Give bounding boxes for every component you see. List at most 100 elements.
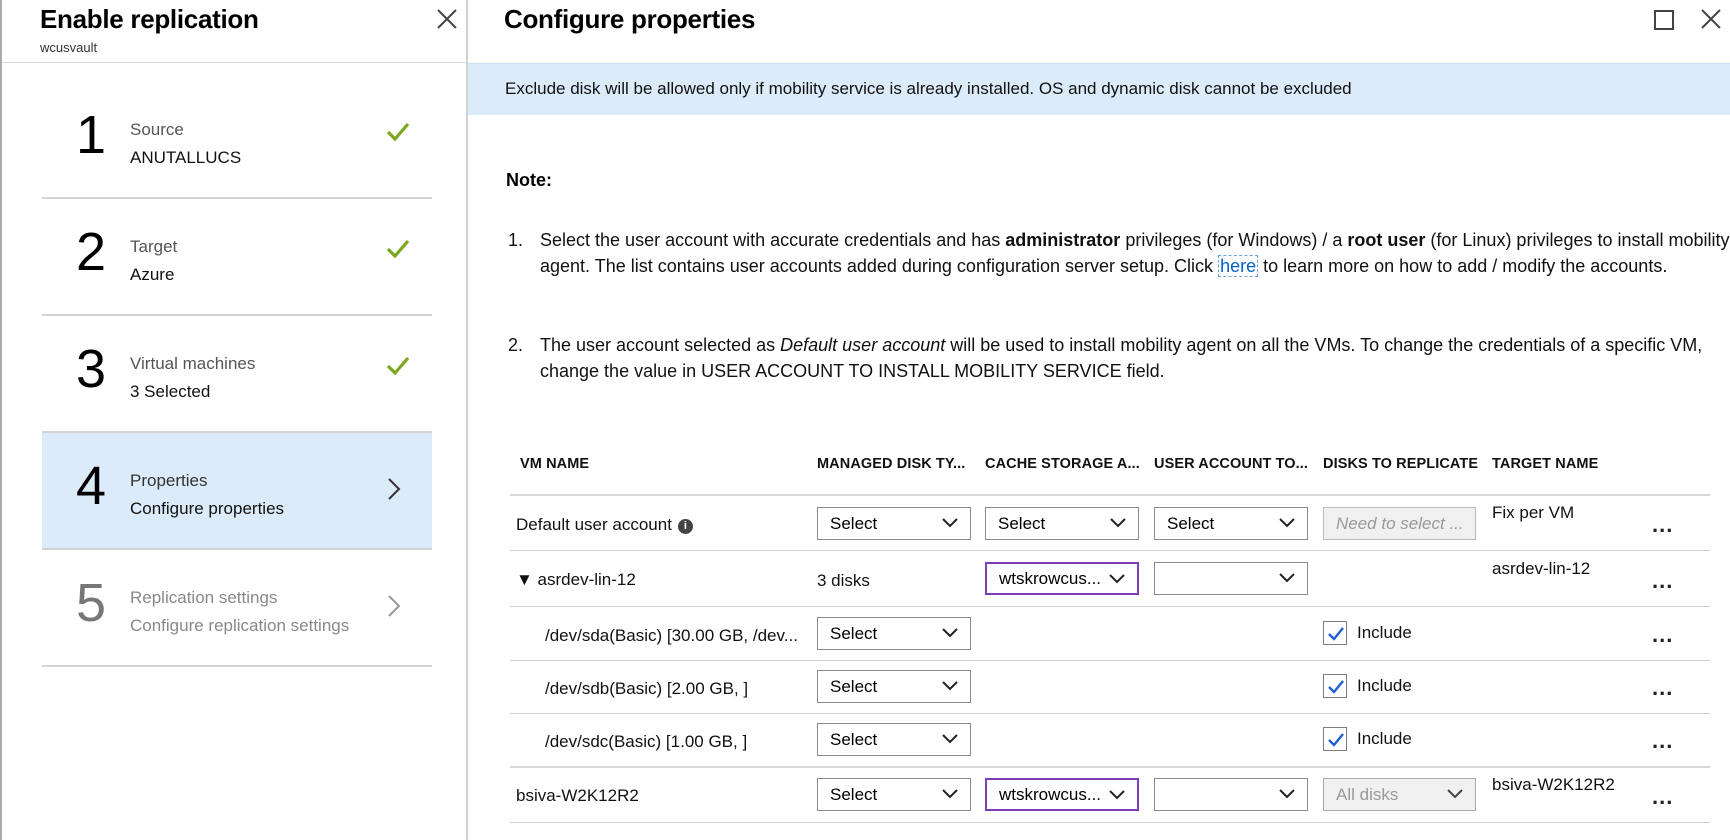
close-icon[interactable]	[430, 2, 464, 36]
target-name: Fix per VM	[1492, 503, 1575, 522]
step-value: Azure	[130, 265, 175, 284]
header-divider	[510, 494, 1710, 496]
include-checkbox[interactable]	[1323, 674, 1347, 698]
managed-disk-select[interactable]: Select	[817, 778, 971, 811]
column-header-user-account[interactable]: USER ACCOUNT TO...	[1154, 456, 1308, 472]
more-options-button[interactable]: ...	[1652, 568, 1673, 594]
managed-disk-select[interactable]: Select	[817, 670, 971, 703]
divider	[2, 62, 468, 63]
include-label: Include	[1357, 729, 1412, 748]
select-value: Need to select ...	[1336, 514, 1464, 533]
include-label: Include	[1357, 623, 1412, 642]
column-header-disks-to-replicate[interactable]: DISKS TO REPLICATE	[1323, 456, 1478, 472]
note-item-1: 1. Select the user account with accurate…	[508, 228, 1730, 308]
select-value: Select	[830, 624, 878, 643]
checkmark-icon	[1328, 733, 1344, 747]
checkmark-icon	[386, 239, 410, 259]
note-text: The user account selected as Default use…	[540, 333, 1730, 384]
close-icon[interactable]	[1694, 2, 1728, 36]
blade-title: Enable replication	[40, 4, 259, 34]
managed-disk-select[interactable]: Select	[817, 507, 971, 540]
chevron-down-icon	[942, 518, 958, 528]
blade-subtitle: wcusvault	[40, 40, 98, 55]
include-checkbox[interactable]	[1323, 727, 1347, 751]
cache-storage-select[interactable]: wtskrowcus...	[985, 778, 1139, 811]
learn-more-link[interactable]: here	[1218, 254, 1259, 277]
note-text-part: to learn more on how to add / modify the…	[1258, 255, 1668, 276]
column-header-managed-disk[interactable]: MANAGED DISK TY...	[817, 456, 965, 472]
banner-text: Exclude disk will be allowed only if mob…	[505, 79, 1352, 98]
enable-replication-blade: Enable replication wcusvault 1 Source AN…	[0, 0, 468, 840]
cache-storage-select[interactable]: Select	[985, 507, 1139, 540]
note-text: Select the user account with accurate cr…	[540, 228, 1730, 279]
more-options-button[interactable]: ...	[1652, 512, 1673, 538]
more-options-button[interactable]: ...	[1652, 675, 1673, 701]
chevron-right-icon	[388, 595, 401, 617]
disks-to-replicate-select: Need to select ...	[1323, 507, 1476, 540]
step-number: 3	[76, 339, 107, 399]
chevron-down-icon	[1110, 518, 1126, 528]
note-title: Note:	[506, 170, 552, 190]
select-value: wtskrowcus...	[999, 785, 1102, 804]
chevron-down-icon	[1279, 573, 1295, 583]
user-account-select[interactable]	[1154, 778, 1308, 811]
select-value: Select	[830, 730, 878, 749]
step-virtual-machines[interactable]: 3 Virtual machines 3 Selected	[42, 316, 432, 433]
select-value: Select	[830, 677, 878, 696]
info-icon[interactable]: i	[677, 519, 693, 534]
maximize-icon[interactable]	[1654, 10, 1674, 30]
chevron-down-icon	[1109, 790, 1125, 800]
chevron-down-icon	[1109, 574, 1125, 584]
step-value: Configure properties	[130, 499, 285, 518]
note-number: 1.	[508, 230, 524, 250]
disks-to-replicate-select: All disks	[1323, 778, 1476, 811]
step-target[interactable]: 2 Target Azure	[42, 199, 432, 316]
blade-title: Configure properties	[504, 4, 756, 34]
vm-name-expander[interactable]: ▼ asrdev-lin-12	[516, 570, 636, 590]
column-header-target-name[interactable]: TARGET NAME	[1492, 456, 1598, 472]
row-divider	[510, 660, 1710, 661]
step-number: 1	[76, 105, 107, 165]
info-banner: Exclude disk will be allowed only if mob…	[468, 63, 1730, 115]
target-name: bsiva-W2K12R2	[1492, 775, 1615, 794]
user-account-select[interactable]	[1154, 562, 1308, 595]
note-number: 2.	[508, 335, 524, 355]
step-label: Properties	[130, 471, 208, 490]
cache-storage-select[interactable]: wtskrowcus...	[985, 562, 1139, 595]
target-name: asrdev-lin-12	[1492, 559, 1591, 578]
step-label: Target	[130, 237, 178, 256]
step-value: 3 Selected	[130, 382, 211, 401]
select-value: Select	[830, 514, 878, 533]
more-options-button[interactable]: ...	[1652, 728, 1673, 754]
note-text-part: privileges (for Windows) / a	[1120, 230, 1348, 250]
chevron-down-icon	[942, 628, 958, 638]
column-header-vm-name[interactable]: VM NAME	[520, 456, 589, 472]
more-options-button[interactable]: ...	[1652, 784, 1673, 810]
step-source[interactable]: 1 Source ANUTALLUCS	[42, 82, 432, 199]
disk-name: /dev/sdc(Basic) [1.00 GB, ]	[545, 732, 748, 751]
step-number: 4	[76, 456, 107, 516]
chevron-down-icon	[1279, 789, 1295, 799]
chevron-down-icon	[942, 789, 958, 799]
user-account-select[interactable]: Select	[1154, 507, 1308, 540]
managed-disk-select[interactable]: Select	[817, 723, 971, 756]
row-divider	[510, 822, 1710, 823]
step-label: Source	[130, 120, 184, 139]
include-checkbox[interactable]	[1323, 621, 1347, 645]
note-text-part: The user account selected as	[540, 335, 781, 355]
checkmark-icon	[1328, 627, 1344, 641]
row-divider	[510, 766, 1710, 768]
managed-disk-select[interactable]: Select	[817, 617, 971, 650]
row-divider	[510, 606, 1710, 607]
configure-properties-blade: Configure properties Exclude disk will b…	[468, 0, 1730, 840]
step-number: 5	[76, 573, 107, 633]
disk-count: 3 disks	[817, 571, 870, 590]
step-replication-settings[interactable]: 5 Replication settings Configure replica…	[42, 550, 432, 667]
column-header-cache-storage[interactable]: CACHE STORAGE A...	[985, 456, 1140, 472]
step-number: 2	[76, 222, 107, 282]
more-options-button[interactable]: ...	[1652, 622, 1673, 648]
step-label: Virtual machines	[130, 354, 256, 373]
step-properties[interactable]: 4 Properties Configure properties	[42, 433, 432, 550]
row-divider	[510, 550, 1710, 551]
select-value: Select	[830, 785, 878, 804]
